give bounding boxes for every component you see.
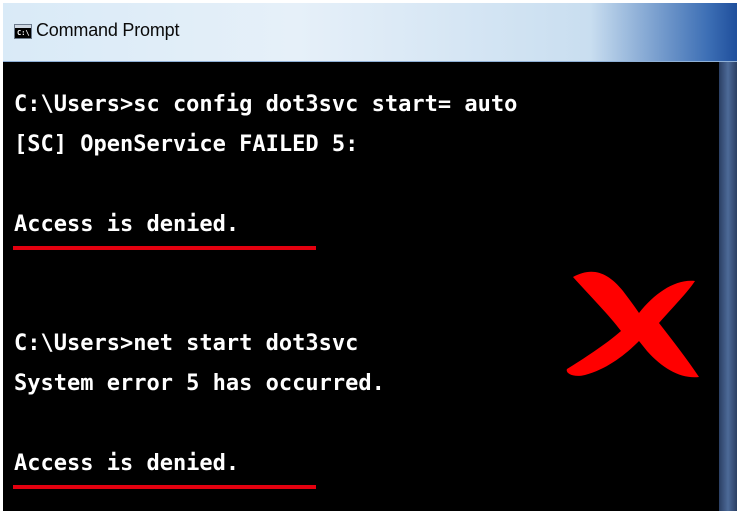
red-underline-2 <box>13 485 316 489</box>
console-line-sc-error: [SC] OpenService FAILED 5: <box>14 132 359 157</box>
cmd-icon-glyph: C:\ <box>17 29 30 37</box>
vertical-scrollbar[interactable] <box>719 62 737 511</box>
red-underline-1 <box>13 246 316 250</box>
console-line-access-denied-2: Access is denied. <box>14 451 240 476</box>
console-line-command-sc: C:\Users>sc config dot3svc start= auto <box>14 92 518 117</box>
cmd-window-icon[interactable]: C:\ <box>14 24 32 39</box>
command-prompt-window: C:\ Command Prompt C:\Users>sc config do… <box>3 3 737 511</box>
window-title: Command Prompt <box>36 20 180 40</box>
console-line-access-denied-1: Access is denied. <box>14 212 240 237</box>
console-line-system-error: System error 5 has occurred. <box>14 371 385 396</box>
console-line-command-net: C:\Users>net start dot3svc <box>14 331 359 356</box>
red-x-icon <box>566 271 699 378</box>
title-bar[interactable]: C:\ Command Prompt <box>3 3 737 62</box>
